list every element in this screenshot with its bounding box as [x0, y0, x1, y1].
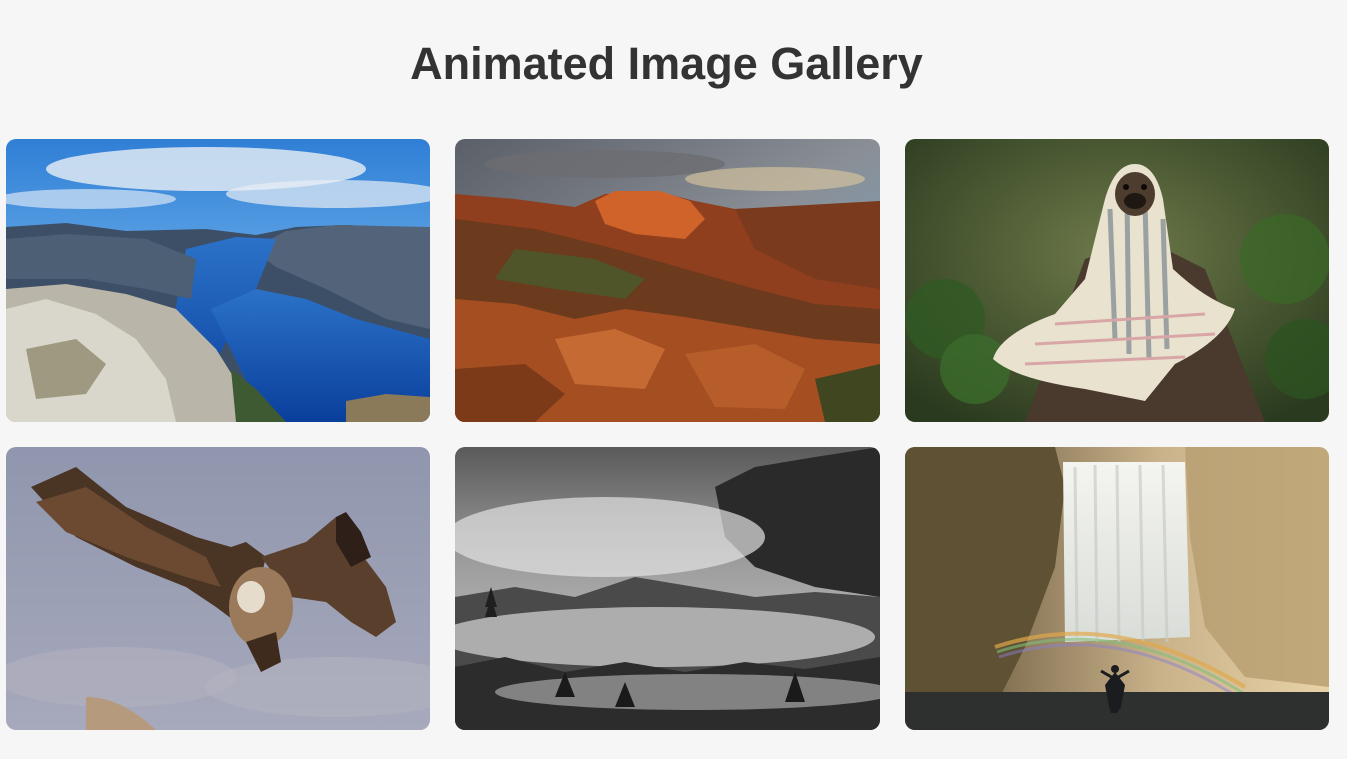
gallery-image-misty-forest[interactable] — [455, 447, 880, 730]
gallery-image-fjord[interactable] — [6, 139, 430, 422]
gallery-image-pug[interactable] — [905, 139, 1329, 422]
page-title: Animated Image Gallery — [410, 38, 923, 89]
waterfall-image — [905, 447, 1329, 730]
gallery-image-canyon[interactable] — [455, 139, 880, 422]
gallery-page: Animated Image Gallery — [0, 0, 1347, 759]
gallery-image-waterfall[interactable] — [905, 447, 1329, 730]
misty-forest-image — [455, 447, 880, 730]
fjord-landscape-image — [6, 139, 430, 422]
vulture-bird-image — [6, 447, 430, 730]
pug-dog-image — [905, 139, 1329, 422]
image-gallery-grid — [6, 139, 1329, 730]
canyon-landscape-image — [455, 139, 880, 422]
gallery-image-vulture[interactable] — [6, 447, 430, 730]
